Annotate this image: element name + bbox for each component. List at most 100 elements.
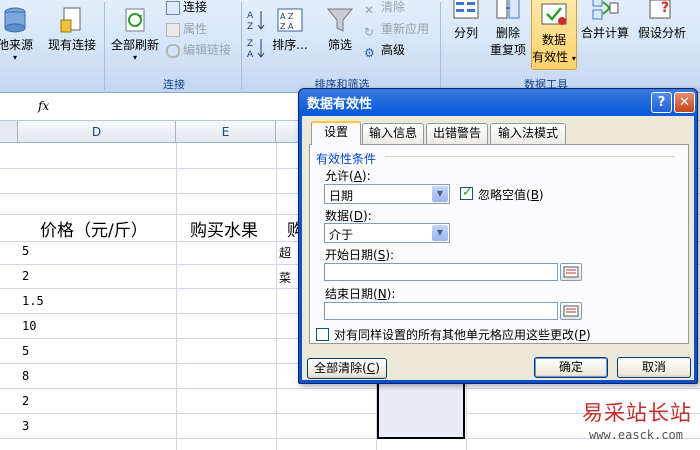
cell-value[interactable]: 8	[22, 369, 29, 383]
sort-dialog-icon: A ZZ A	[275, 6, 305, 34]
insert-function-icon[interactable]: fx	[38, 99, 49, 113]
dialog-body: 设置 输入信息 出错警告 输入法模式 有效性条件 允许(A): 日期 ▼ 忽略空…	[302, 116, 694, 380]
what-if-analysis-button[interactable]: ? 假设分析	[632, 0, 692, 41]
select-all-corner[interactable]	[0, 121, 18, 143]
connections-label: 连接	[183, 0, 208, 14]
clear-all-button[interactable]: 全部清除(C)	[307, 358, 387, 379]
svg-text:A: A	[247, 11, 254, 21]
connections-group-title: 连接	[163, 78, 185, 91]
clear-filter-icon: ✕	[364, 2, 375, 17]
gridline	[0, 388, 700, 389]
tab-input-message[interactable]: 输入信息	[362, 123, 424, 144]
selected-range[interactable]	[377, 380, 465, 439]
data-validation-button[interactable]: 数据 有效性 ▾	[531, 0, 577, 70]
cell-value[interactable]: 2	[22, 394, 29, 408]
existing-connections-label: 现有连接	[47, 38, 96, 52]
apply-all-label: 对有同样设置的所有其他单元格应用这些更改(P)	[334, 328, 591, 342]
data-select[interactable]: 介于 ▼	[324, 223, 450, 243]
existing-connections-button[interactable]: 现有连接	[44, 6, 100, 53]
ignore-blank-label: 忽略空值(B)	[478, 188, 544, 202]
help-button[interactable]: ?	[651, 92, 672, 113]
watermark-url: www.easck.com	[589, 428, 683, 442]
svg-text:Z: Z	[247, 22, 253, 32]
chevron-down-icon: ▾	[132, 53, 137, 62]
chevron-down-icon: ▾	[12, 53, 17, 62]
tab-settings[interactable]: 设置	[311, 121, 361, 145]
apply-all-checkbox[interactable]	[316, 328, 329, 341]
start-date-input[interactable]	[324, 263, 558, 281]
remove-duplicates-button[interactable]: 删除 重复项	[488, 0, 528, 58]
column-header-d[interactable]: D	[18, 121, 176, 143]
consolidate-icon	[590, 0, 620, 22]
clear-filter-button[interactable]: ✕ 清除	[364, 0, 406, 17]
chevron-down-icon[interactable]: ▼	[432, 186, 448, 202]
filter-button[interactable]: 筛选	[320, 6, 360, 53]
section-title: 有效性条件	[316, 152, 377, 166]
data-validation-label-1: 数据	[541, 33, 566, 47]
sort-descending-button[interactable]: ZA	[246, 36, 268, 63]
cell-value[interactable]: 超	[279, 244, 291, 261]
advanced-filter-icon: ⚙	[364, 45, 375, 60]
from-other-sources-button[interactable]: 他来源 ▾	[0, 6, 38, 62]
advanced-filter-label: 高级	[381, 43, 406, 57]
cell-value[interactable]: 3	[22, 419, 29, 433]
end-date-label: 结束日期(N):	[325, 287, 396, 301]
sort-button[interactable]: A ZZ A 排序...	[270, 6, 310, 53]
reapply-label: 重新应用	[381, 22, 430, 36]
remove-duplicates-label-1: 删除	[495, 26, 520, 40]
watermark-logo: 易采站长站	[582, 401, 692, 425]
edit-links-label: 编辑链接	[183, 43, 232, 57]
allow-select[interactable]: 日期 ▼	[324, 184, 450, 204]
refresh-all-button[interactable]: 全部刷新 ▾	[108, 6, 162, 62]
cell-price-header[interactable]: 价格（元/斤）	[40, 216, 148, 241]
end-date-range-picker[interactable]	[560, 302, 582, 320]
refresh-all-label: 全部刷新	[110, 38, 159, 52]
data-label: 数据(D):	[325, 209, 372, 223]
cell-fruit-header[interactable]: 购买水果	[190, 216, 258, 241]
connections-button[interactable]: 连接	[166, 0, 207, 16]
group-divider	[440, 2, 441, 90]
column-header-e[interactable]: E	[176, 121, 276, 143]
clear-filter-label: 清除	[381, 0, 406, 14]
cell-value[interactable]: 2	[22, 269, 29, 283]
reapply-button[interactable]: ↻ 重新应用	[364, 20, 430, 39]
svg-text:?: ?	[661, 0, 669, 16]
tab-error-alert[interactable]: 出错警告	[426, 123, 488, 144]
svg-text:A: A	[247, 50, 254, 60]
cell-value[interactable]: 5	[22, 344, 29, 358]
reapply-icon: ↻	[364, 24, 375, 39]
consolidate-label: 合并计算	[580, 26, 629, 40]
text-to-columns-icon	[451, 0, 481, 22]
ok-button[interactable]: 确定	[534, 357, 608, 378]
cancel-button[interactable]: 取消	[617, 357, 691, 378]
cell-value[interactable]: 10	[22, 319, 36, 333]
data-validation-icon	[539, 1, 569, 29]
data-select-value: 介于	[329, 228, 354, 242]
cell-value[interactable]: 5	[22, 244, 29, 258]
svg-text:Z: Z	[247, 39, 253, 49]
sort-label: 排序...	[272, 38, 308, 52]
start-date-range-picker[interactable]	[560, 263, 582, 281]
edit-links-button[interactable]: 编辑链接	[166, 41, 231, 59]
chevron-down-icon[interactable]: ▼	[432, 225, 448, 241]
cell-value[interactable]: 1.5	[22, 294, 44, 308]
text-to-columns-button[interactable]: 分列	[446, 0, 486, 41]
dialog-title: 数据有效性	[307, 97, 373, 112]
chevron-down-icon: ▾	[571, 54, 576, 63]
consolidate-button[interactable]: 合并计算	[580, 0, 630, 41]
filter-label: 筛选	[327, 38, 352, 52]
sort-ascending-button[interactable]: AZ	[246, 8, 268, 35]
properties-label: 属性	[183, 22, 208, 36]
range-select-icon	[563, 266, 579, 278]
end-date-input[interactable]	[324, 302, 558, 320]
refresh-icon	[120, 6, 150, 34]
ignore-blank-checkbox[interactable]	[460, 185, 473, 200]
properties-button[interactable]: 属性	[166, 20, 207, 38]
properties-icon	[166, 22, 180, 37]
settings-panel: 有效性条件 允许(A): 日期 ▼ 忽略空值(B) 数据(D): 介于 ▼ 开始…	[309, 144, 689, 344]
from-other-sources-label: 他来源	[0, 38, 33, 52]
close-button[interactable]: ✕	[674, 92, 695, 113]
tab-ime-mode[interactable]: 输入法模式	[490, 123, 566, 144]
cell-value[interactable]: 菜	[279, 269, 291, 286]
advanced-filter-button[interactable]: ⚙ 高级	[364, 41, 406, 60]
